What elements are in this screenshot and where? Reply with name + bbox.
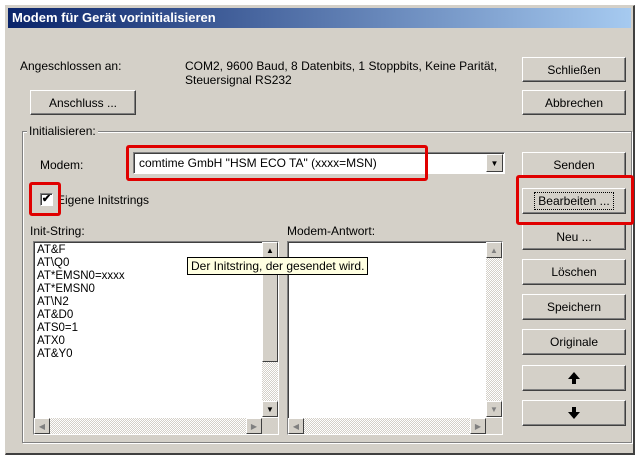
list-item[interactable]: AT*EMSN0: [37, 283, 125, 296]
response-scroll-left-icon[interactable]: ◀: [288, 418, 304, 434]
response-scrollbar-corner: [486, 418, 502, 434]
init-string-label: Init-String:: [30, 224, 85, 238]
list-item[interactable]: ATX0: [37, 335, 125, 348]
save-button[interactable]: Speichern: [522, 294, 626, 320]
response-horizontal-scrollbar[interactable]: [288, 418, 486, 434]
response-scroll-right-icon[interactable]: ▶: [470, 418, 486, 434]
list-item[interactable]: AT\N2: [37, 296, 125, 309]
arrow-down-icon: [568, 407, 580, 419]
chevron-down-icon[interactable]: ▼: [486, 154, 503, 172]
list-item[interactable]: ATS0=1: [37, 322, 125, 335]
scroll-up-icon[interactable]: ▲: [262, 242, 278, 258]
init-string-items: AT&F AT\Q0 AT*EMSN0=xxxx AT*EMSN0 AT\N2 …: [37, 244, 125, 361]
close-button[interactable]: Schließen: [522, 57, 626, 82]
scroll-right-icon[interactable]: ▶: [246, 418, 262, 434]
scroll-thumb[interactable]: [262, 262, 278, 362]
list-item[interactable]: AT\Q0: [37, 257, 125, 270]
horizontal-scrollbar[interactable]: [34, 418, 262, 434]
connection-value: COM2, 9600 Baud, 8 Datenbits, 1 Stoppbit…: [185, 59, 498, 87]
list-item[interactable]: AT&D0: [37, 309, 125, 322]
modem-response-label: Modem-Antwort:: [287, 224, 376, 238]
delete-button[interactable]: Löschen: [522, 259, 626, 285]
new-button[interactable]: Neu ...: [522, 224, 626, 250]
arrow-up-icon: [568, 372, 580, 384]
scroll-down-icon[interactable]: ▼: [262, 401, 278, 417]
title-bar: Modem für Gerät vorinitialisieren: [8, 8, 631, 28]
move-down-button[interactable]: [522, 400, 626, 426]
connection-label: Angeschlossen an:: [20, 59, 122, 73]
response-scroll-up-icon[interactable]: ▲: [486, 242, 502, 258]
tooltip: Der Initstring, der gesendet wird.: [187, 257, 369, 275]
response-scroll-down-icon[interactable]: ▼: [486, 401, 502, 417]
move-up-button[interactable]: [522, 365, 626, 391]
highlight-edit-button: [516, 175, 634, 225]
originals-button[interactable]: Originale: [522, 329, 626, 355]
scrollbar-corner: [262, 418, 278, 434]
list-item[interactable]: AT*EMSN0=xxxx: [37, 270, 125, 283]
list-item[interactable]: AT&Y0: [37, 348, 125, 361]
highlight-checkbox: [29, 182, 61, 216]
list-item[interactable]: AT&F: [37, 244, 125, 257]
response-vertical-scrollbar[interactable]: [486, 242, 502, 417]
dialog-window: Modem für Gerät vorinitialisieren Angesc…: [5, 5, 635, 455]
port-button[interactable]: Anschluss ...: [30, 90, 136, 115]
scroll-left-icon[interactable]: ◀: [34, 418, 50, 434]
highlight-modem-field: [126, 145, 428, 181]
cancel-button[interactable]: Abbrechen: [522, 90, 626, 115]
init-group-label: Initialisieren:: [27, 124, 98, 138]
own-initstrings-label: Eigene Initstrings: [57, 193, 150, 207]
modem-label: Modem:: [40, 158, 84, 172]
